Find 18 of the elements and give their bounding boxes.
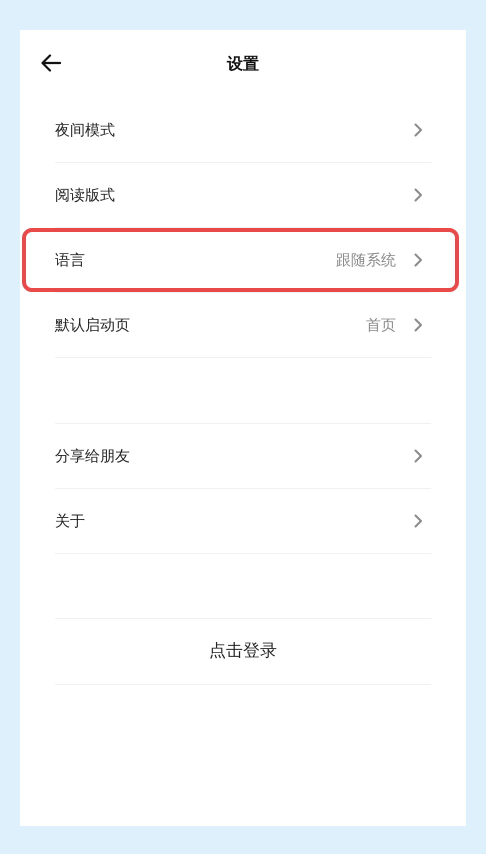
login-button[interactable]: 点击登录 xyxy=(55,619,431,684)
chevron-right-icon xyxy=(414,514,423,528)
chevron-right-icon xyxy=(414,188,423,202)
row-label: 关于 xyxy=(55,510,86,532)
page-title: 设置 xyxy=(227,53,259,75)
row-label: 夜间模式 xyxy=(55,120,116,141)
row-value: 首页 xyxy=(366,314,396,336)
row-label: 语言 xyxy=(55,250,86,271)
chevron-right-icon xyxy=(414,123,423,137)
chevron-right-icon xyxy=(414,449,423,463)
row-label: 阅读版式 xyxy=(55,184,116,206)
row-value: 跟随系统 xyxy=(336,250,396,271)
chevron-right-icon xyxy=(414,318,423,332)
row-label: 分享给朋友 xyxy=(55,446,131,467)
back-button[interactable] xyxy=(40,52,62,74)
chevron-right-icon xyxy=(414,253,423,267)
back-arrow-icon xyxy=(41,54,61,72)
row-label: 默认启动页 xyxy=(55,314,131,336)
